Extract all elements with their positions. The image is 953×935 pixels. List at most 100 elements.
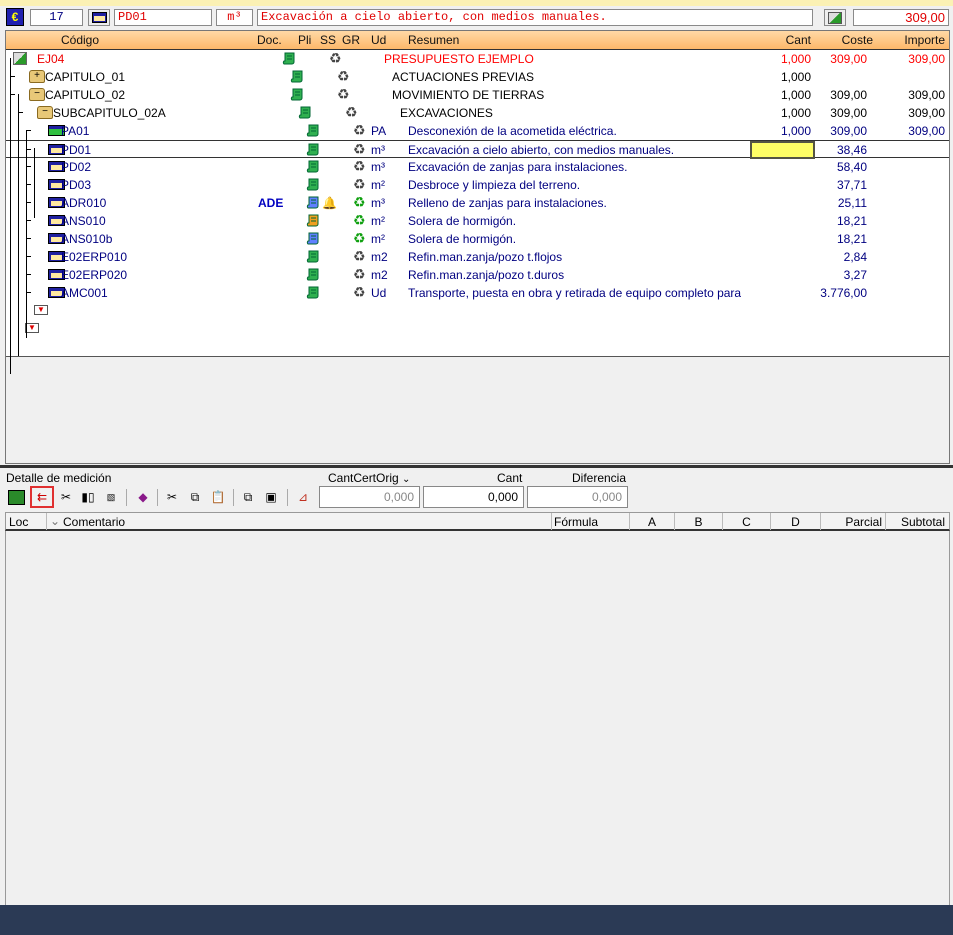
recycle-icon[interactable]: ♻ <box>345 104 361 120</box>
col-comment[interactable]: Comentario <box>63 515 125 529</box>
line-number-field[interactable]: 17 <box>30 9 83 26</box>
recycle-icon[interactable]: ♻ <box>337 86 353 102</box>
table-row[interactable]: − SUBCAPITULO_02A ♻ EXCAVACIONES 1,000 309,00… <box>6 104 949 122</box>
code-cell[interactable]: PD01 <box>61 143 91 157</box>
item-type-button[interactable] <box>88 9 110 26</box>
recycle-icon[interactable]: ♻ <box>329 50 345 66</box>
table-row[interactable]: PA01 ♻ PA Desconexión de la acometida eléct… <box>6 122 949 140</box>
code-field[interactable]: PD01 <box>114 9 212 26</box>
table-row[interactable]: E02ERP010 ♻ m2 Refin.man.zanja/pozo t.flojo… <box>6 248 949 266</box>
budget-icon[interactable] <box>13 52 27 65</box>
summary-cell[interactable]: ACTUACIONES PREVIAS <box>392 70 534 84</box>
code-cell[interactable]: ANS010 <box>61 214 106 228</box>
col-b[interactable]: B <box>674 513 722 530</box>
recycle-icon[interactable]: ♻ <box>353 176 369 192</box>
doc-scroll-icon[interactable] <box>306 214 322 227</box>
table-row[interactable]: EJ04 ♻ PRESUPUESTO EJEMPLO 1,000 309,00 309,0… <box>6 50 949 68</box>
code-cell[interactable]: CAPITULO_01 <box>45 70 125 84</box>
summary-field[interactable]: Excavación a cielo abierto, con medios m… <box>257 9 813 26</box>
doc-scroll-icon[interactable] <box>306 143 322 156</box>
table-row[interactable]: PD02 ♻ m³ Excavación de zanjas para instala… <box>6 158 949 176</box>
unit-field[interactable]: m³ <box>216 9 253 26</box>
measure-tool-button[interactable]: ⊿ <box>293 487 313 507</box>
col-gr[interactable]: GR <box>342 33 360 47</box>
doc-scroll-icon[interactable] <box>306 232 322 245</box>
table-row[interactable]: ANS010b ♻ m² Solera de hormigón. 18,21 <box>6 230 949 248</box>
folder-icon[interactable]: + <box>29 70 45 83</box>
table-row[interactable]: AMC001 ♻ Ud Transporte, puesta en obra y re… <box>6 284 949 302</box>
col-formula[interactable]: Fórmula <box>551 513 629 530</box>
table-row[interactable]: ANS010 ♻ m² Solera de hormigón. 18,21 <box>6 212 949 230</box>
add-line-button[interactable]: ⇇ <box>30 486 54 508</box>
doc-scroll-icon[interactable] <box>306 160 322 173</box>
doc-scroll-icon[interactable] <box>290 88 306 101</box>
doc-scroll-icon[interactable] <box>306 250 322 263</box>
doc-scroll-icon[interactable] <box>306 286 322 299</box>
summary-cell[interactable]: Transporte, puesta en obra y retirada de… <box>408 286 741 300</box>
code-cell[interactable]: PD02 <box>61 160 91 174</box>
col-importe[interactable]: Importe <box>876 33 945 47</box>
code-cell[interactable]: EJ04 <box>37 52 64 66</box>
doc-scroll-icon[interactable] <box>298 106 314 119</box>
table-row[interactable]: E02ERP020 ♻ m2 Refin.man.zanja/pozo t.duros… <box>6 266 949 284</box>
cantcert-value[interactable]: 0,000 <box>319 486 420 508</box>
folder-icon[interactable]: − <box>29 88 45 101</box>
code-cell[interactable]: ANS010b <box>61 232 112 246</box>
summary-cell[interactable]: Excavación a cielo abierto, con medios m… <box>408 143 674 157</box>
copy-special-button[interactable]: ⧉ <box>238 487 258 507</box>
folder-icon[interactable]: − <box>37 106 53 119</box>
summary-cell[interactable]: Excavación de zanjas para instalaciones. <box>408 160 627 174</box>
euro-tag-icon[interactable]: € <box>6 8 24 26</box>
summary-cell[interactable]: Desbroce y limpieza del terreno. <box>408 178 580 192</box>
code-cell[interactable]: E02ERP020 <box>61 268 127 282</box>
col-cant[interactable]: Cant <box>746 33 811 47</box>
summary-cell[interactable]: Refin.man.zanja/pozo t.duros <box>408 268 564 282</box>
recycle-icon[interactable]: ♻ <box>353 122 369 138</box>
panel-splitter[interactable] <box>0 465 953 468</box>
col-summary[interactable]: Resumen <box>408 33 459 47</box>
col-subtotal[interactable]: Subtotal <box>885 513 949 530</box>
col-loc[interactable]: Loc <box>9 515 28 529</box>
col-coste[interactable]: Coste <box>816 33 873 47</box>
summary-cell[interactable]: MOVIMIENTO DE TIERRAS <box>392 88 544 102</box>
table-row[interactable]: PD01 ♻ m³ Excavación a cielo abierto, con m… <box>6 140 949 159</box>
table-row[interactable]: + CAPITULO_01 ♻ ACTUACIONES PREVIAS 1,000 <box>6 68 949 86</box>
recycle-icon[interactable]: ♻ <box>337 68 353 84</box>
summary-cell[interactable]: Refin.man.zanja/pozo t.flojos <box>408 250 562 264</box>
summary-cell[interactable]: EXCAVACIONES <box>400 106 493 120</box>
columns-button[interactable]: ▮▯ <box>78 487 98 507</box>
col-c[interactable]: C <box>722 513 770 530</box>
cant-value[interactable]: 0,000 <box>423 486 524 508</box>
split-button[interactable]: ✂ <box>56 487 76 507</box>
doc-scroll-icon[interactable] <box>282 52 298 65</box>
code-cell[interactable]: SUBCAPITULO_02A <box>53 106 166 120</box>
code-cell[interactable]: E02ERP010 <box>61 250 127 264</box>
summary-cell[interactable]: Relleno de zanjas para instalaciones. <box>408 196 607 210</box>
code-cell[interactable]: ADR010 <box>61 196 106 210</box>
summary-cell[interactable]: Solera de hormigón. <box>408 232 516 246</box>
doc-scroll-icon[interactable] <box>306 196 322 209</box>
table-row[interactable]: PD03 ♻ m² Desbroce y limpieza del terreno. 3… <box>6 176 949 194</box>
col-d[interactable]: D <box>770 513 820 530</box>
copy-button[interactable]: ⧉ <box>185 487 205 507</box>
recycle-icon[interactable]: ♻ <box>353 158 369 174</box>
recycle-icon[interactable]: ♻ <box>353 230 369 246</box>
recycle-icon[interactable]: ♻ <box>353 194 369 210</box>
col-a[interactable]: A <box>629 513 674 530</box>
summary-cell[interactable]: Desconexión de la acometida eléctrica. <box>408 124 617 138</box>
col-ud[interactable]: Ud <box>371 33 386 47</box>
book-button[interactable]: ◆ <box>133 487 153 507</box>
cantcert-dropdown[interactable]: CantCertOrig ⌄ <box>328 471 410 485</box>
paste-button[interactable]: 📋 <box>208 487 228 507</box>
chevron-down-icon[interactable]: ⌄ <box>46 513 60 530</box>
doc-scroll-icon[interactable] <box>306 178 322 191</box>
code-cell[interactable]: AMC001 <box>61 286 108 300</box>
doc-scroll-icon[interactable] <box>306 124 322 137</box>
summary-cell[interactable]: Solera de hormigón. <box>408 214 516 228</box>
col-pli[interactable]: Pli <box>298 33 311 47</box>
table-row[interactable]: − CAPITULO_02 ♻ MOVIMIENTO DE TIERRAS 1,000 3… <box>6 86 949 104</box>
code-cell[interactable]: PA01 <box>61 124 89 138</box>
recycle-icon[interactable]: ♻ <box>353 212 369 228</box>
col-parcial[interactable]: Parcial <box>820 513 885 530</box>
cut-button[interactable]: ✂ <box>162 487 182 507</box>
